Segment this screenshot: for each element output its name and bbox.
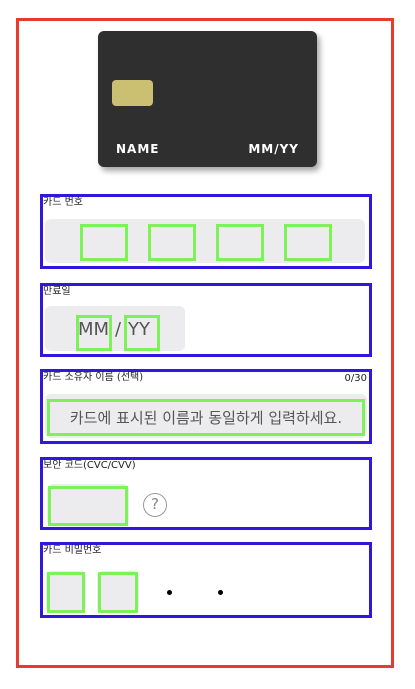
card-preview-name: NAME bbox=[116, 142, 160, 156]
card-number-label: 카드 번호 bbox=[43, 197, 83, 208]
card-preview: NAME MM/YY bbox=[98, 31, 317, 167]
card-number-section: 카드 번호 bbox=[40, 194, 372, 269]
password-digit-input-1[interactable] bbox=[47, 572, 85, 613]
password-label: 카드 비밀번호 bbox=[43, 545, 102, 556]
password-digit-input-2[interactable] bbox=[98, 572, 138, 613]
expiration-month-placeholder: MM bbox=[78, 319, 110, 340]
owner-name-counter: 0/30 bbox=[344, 373, 367, 384]
security-code-section: 보안 코드(CVC/CVV) ? bbox=[40, 457, 372, 530]
security-code-label: 보안 코드(CVC/CVV) bbox=[43, 460, 136, 471]
expiration-section: 만료일 MM / YY bbox=[40, 283, 372, 357]
owner-name-placeholder: 카드에 표시된 이름과 동일하게 입력하세요. bbox=[69, 409, 343, 427]
expiration-separator: / bbox=[115, 319, 122, 340]
owner-name-input[interactable]: 카드에 표시된 이름과 동일하게 입력하세요. bbox=[47, 399, 365, 436]
password-mask-dot-2 bbox=[218, 590, 223, 595]
owner-name-section: 카드 소유자 이름 (선택) 0/30 카드에 표시된 이름과 동일하게 입력하… bbox=[40, 369, 372, 444]
security-code-input[interactable] bbox=[48, 486, 128, 526]
card-chip-icon bbox=[112, 80, 153, 106]
expiration-label: 만료일 bbox=[43, 286, 71, 297]
card-preview-expiry: MM/YY bbox=[248, 142, 299, 156]
card-number-input-1[interactable] bbox=[80, 224, 128, 261]
expiration-year-placeholder: YY bbox=[128, 319, 150, 340]
help-icon[interactable]: ? bbox=[143, 493, 167, 517]
card-number-input-2[interactable] bbox=[148, 224, 196, 261]
card-number-input-3[interactable] bbox=[216, 224, 264, 261]
password-mask-dot-1 bbox=[167, 590, 172, 595]
password-section: 카드 비밀번호 bbox=[40, 542, 372, 618]
card-number-input-4[interactable] bbox=[284, 224, 332, 261]
owner-name-label: 카드 소유자 이름 (선택) bbox=[43, 372, 144, 383]
